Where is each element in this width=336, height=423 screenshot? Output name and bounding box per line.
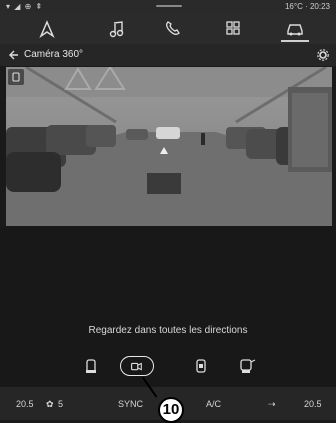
fan-level[interactable]: 5	[58, 399, 63, 409]
camera-mode-bar	[66, 356, 272, 378]
gear-icon[interactable]	[316, 48, 330, 62]
camera-view[interactable]	[6, 67, 332, 226]
apps-icon[interactable]	[222, 20, 244, 38]
page-title: Caméra 360°	[24, 49, 84, 60]
instruction-message: Regardez dans toutes les directions	[88, 325, 248, 336]
right-temperature[interactable]: 20.5	[304, 399, 322, 409]
top-nav	[0, 14, 336, 44]
active-tab-indicator	[281, 40, 309, 42]
temperature-readout: 16°C	[284, 2, 303, 11]
back-arrow-icon[interactable]	[8, 47, 22, 63]
phone-icon[interactable]	[162, 20, 184, 38]
status-icons: ▾ ◢ ⊕ ⇞	[6, 2, 44, 11]
side-camera-icon[interactable]	[232, 356, 262, 376]
drag-handle[interactable]	[156, 5, 182, 7]
fan-icon[interactable]: ✿	[46, 399, 54, 410]
callout-badge: 10	[158, 397, 184, 423]
front-camera-icon[interactable]	[120, 356, 154, 376]
status-right: 16°C · 20:23	[284, 2, 330, 11]
car-icon[interactable]	[284, 20, 306, 38]
status-bar: ▾ ◢ ⊕ ⇞ 16°C · 20:23	[0, 0, 336, 14]
sync-button[interactable]: SYNC	[118, 399, 143, 409]
music-icon[interactable]	[106, 20, 128, 38]
clock: 20:23	[309, 2, 330, 11]
navigation-icon[interactable]	[36, 20, 58, 39]
ac-button[interactable]: A/C	[206, 399, 221, 409]
rear-camera-icon[interactable]	[76, 356, 106, 376]
left-temperature[interactable]: 20.5	[16, 399, 34, 409]
all-around-camera-icon[interactable]	[186, 356, 216, 376]
header: Caméra 360°	[0, 44, 336, 66]
seat-heat-icon[interactable]: ⇢	[268, 399, 276, 410]
